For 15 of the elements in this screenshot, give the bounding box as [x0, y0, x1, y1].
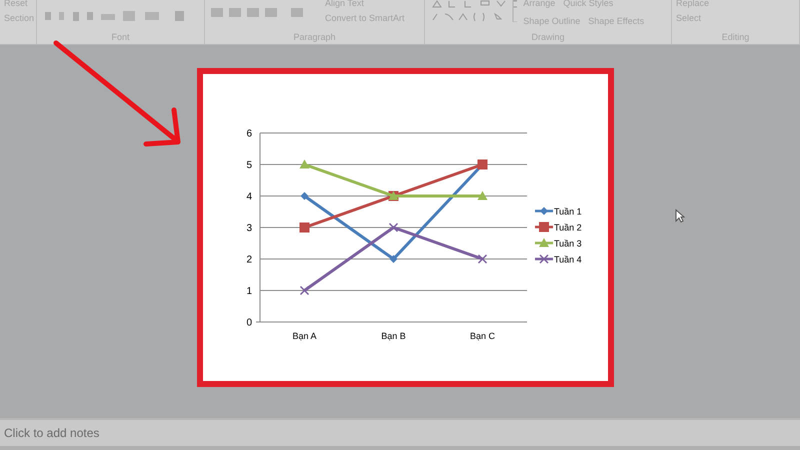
y-tick-label: 2 — [246, 254, 252, 266]
legend-label: Tuần 4 — [554, 254, 582, 264]
notes-placeholder[interactable]: Click to add notes — [4, 424, 100, 442]
y-tick-label: 6 — [246, 128, 252, 140]
y-tick-label: 0 — [246, 318, 252, 328]
y-tick-label: 3 — [246, 223, 252, 234]
y-tick-label: 1 — [246, 286, 252, 297]
x-tick-label: Bạn C — [470, 331, 495, 341]
legend-label: Tuần 2 — [554, 222, 582, 232]
x-tick-label: Bạn A — [292, 331, 317, 341]
y-tick-label: 4 — [246, 192, 252, 202]
x-tick-label: Bạn B — [381, 331, 406, 341]
legend-label: Tuần 3 — [554, 238, 582, 248]
legend-label: Tuần 1 — [554, 206, 582, 216]
y-tick-label: 5 — [246, 160, 252, 171]
